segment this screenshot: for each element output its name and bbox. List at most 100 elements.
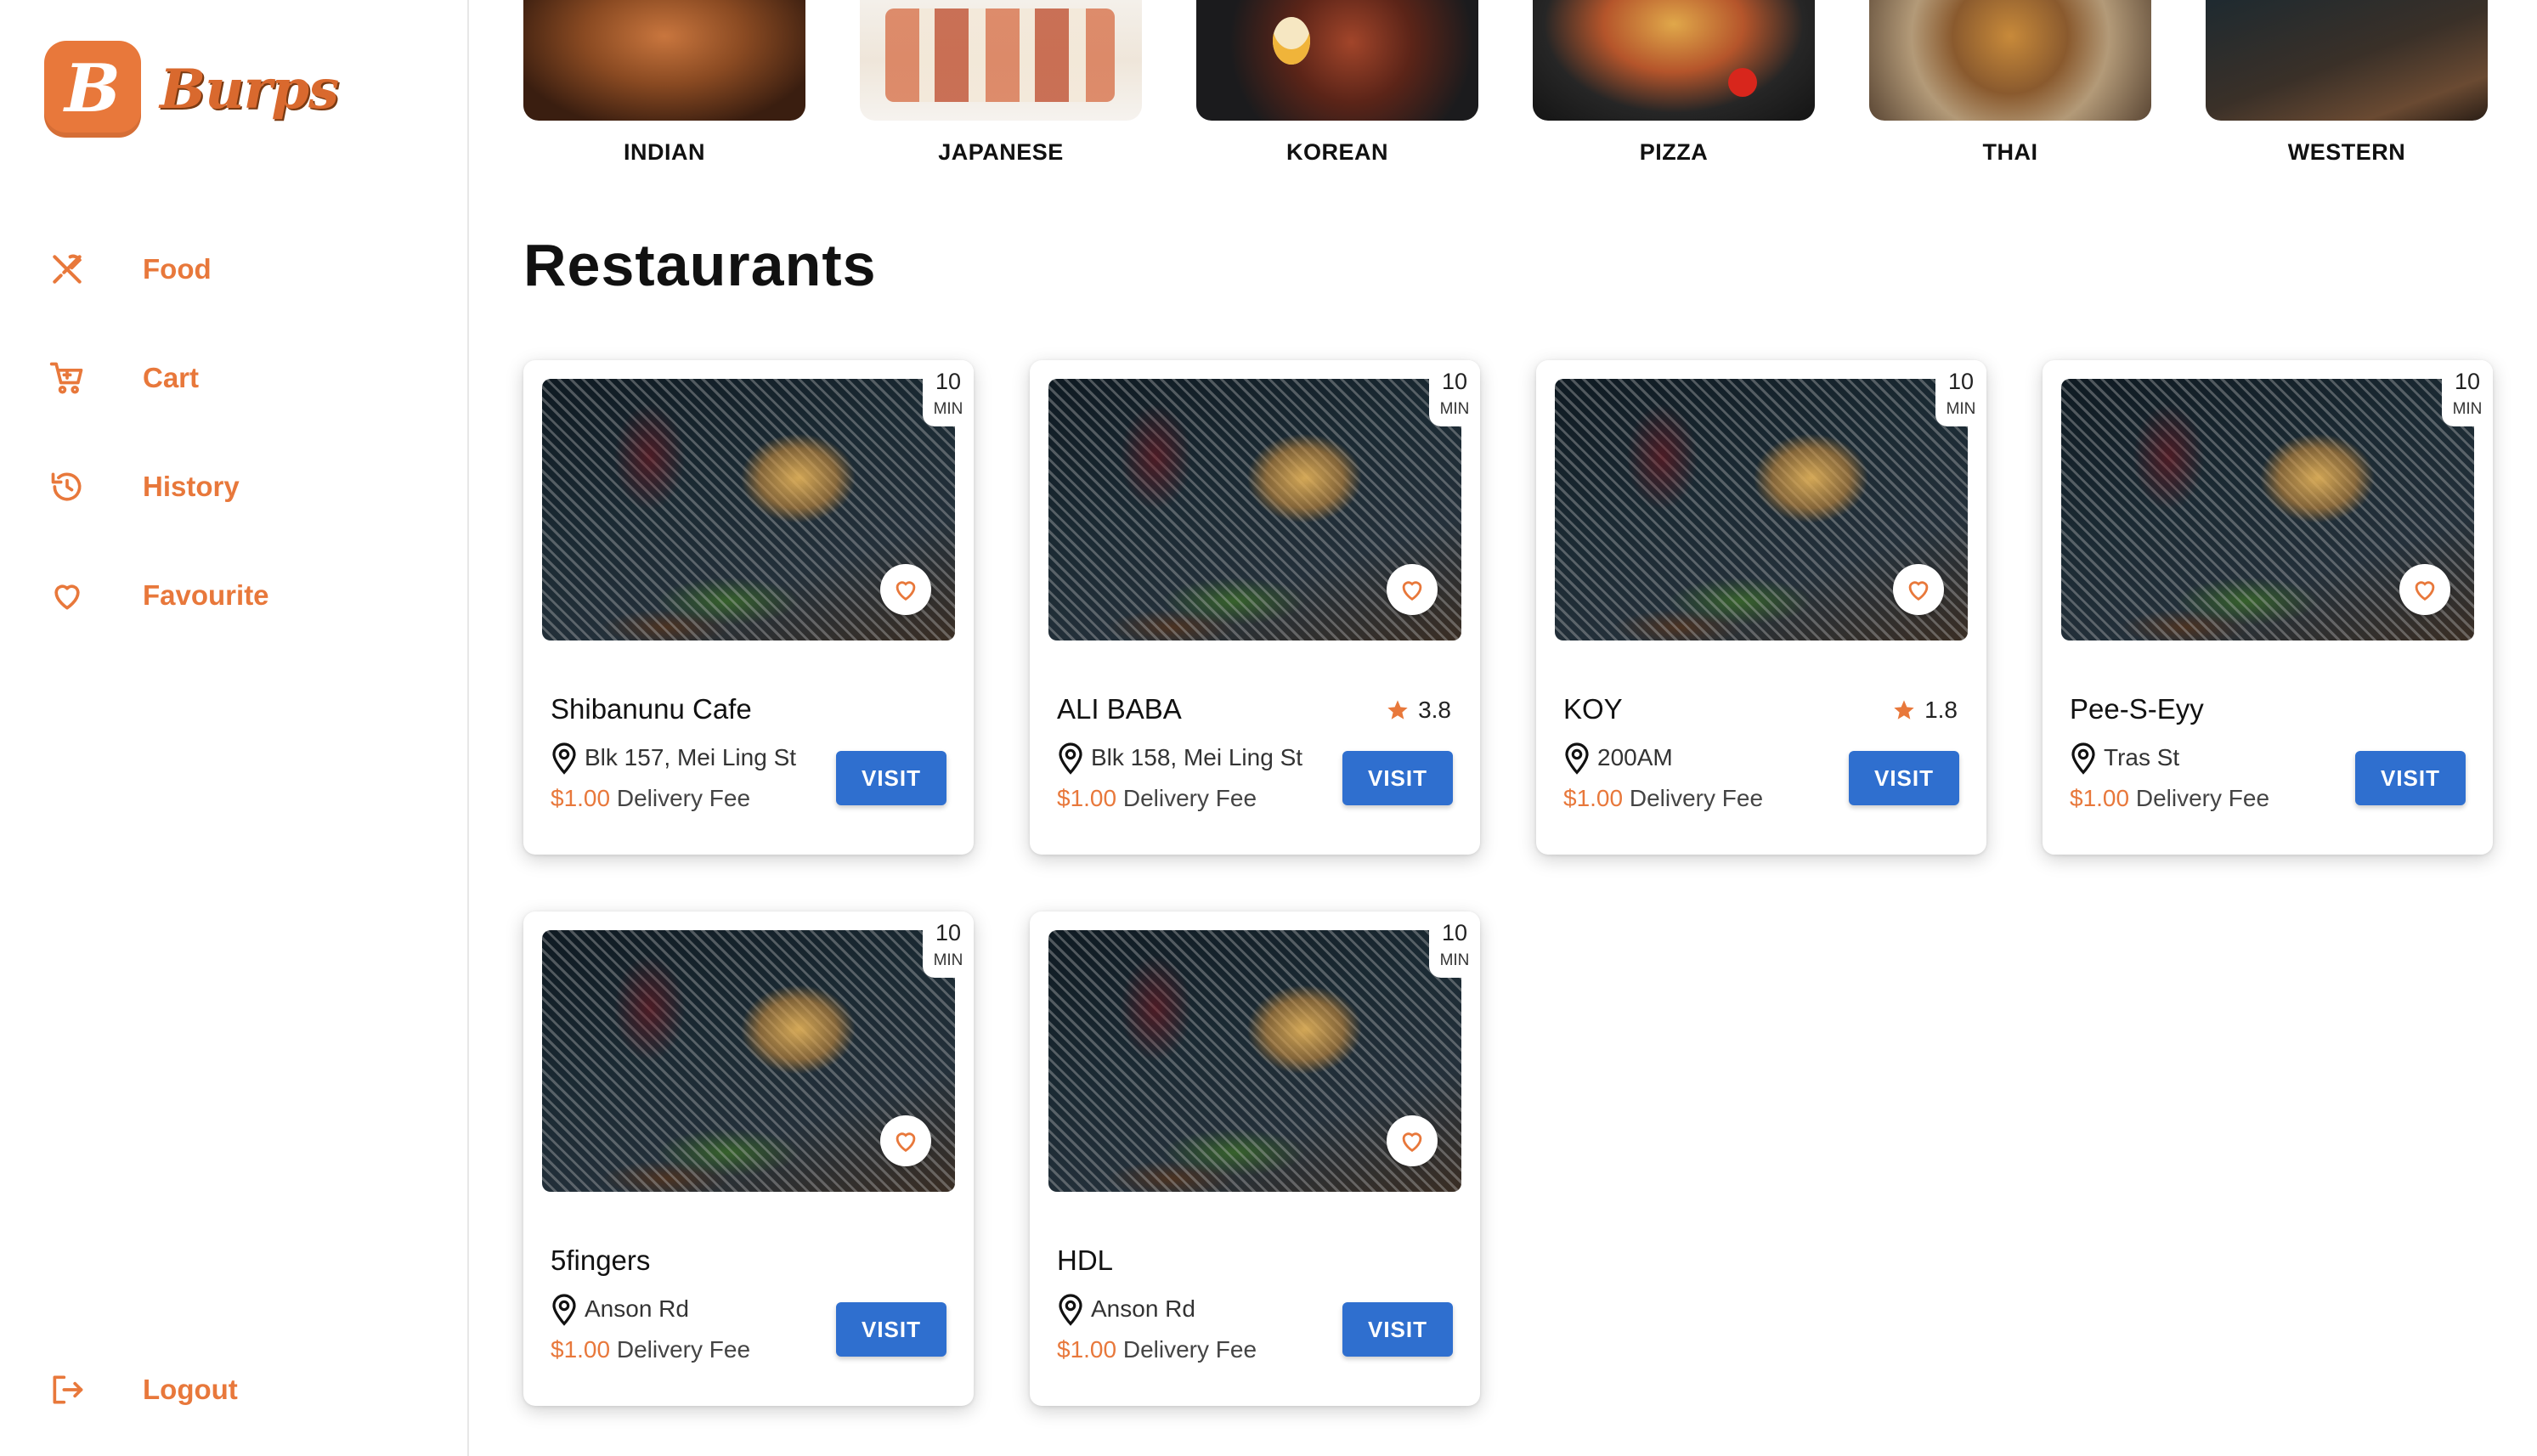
restaurant-name: Pee-S-Eyy	[2070, 693, 2204, 725]
logout-button[interactable]: Logout	[48, 1363, 238, 1417]
sidebar-item-label: History	[143, 471, 240, 502]
eta-value: 10	[2454, 369, 2481, 394]
visit-button[interactable]: VISIT	[836, 751, 946, 805]
restaurant-address: Blk 157, Mei Ling St	[551, 741, 796, 775]
sidebar: B Burps Food Cart History Favourite Logo…	[0, 0, 469, 1456]
app-logo[interactable]: B Burps	[44, 41, 339, 138]
delivery-fee: $1.00 Delivery Fee	[551, 1336, 750, 1363]
restaurant-card[interactable]: 10 MIN ALI BABA 3.8 Blk 158, Mei Ling St …	[1030, 360, 1480, 855]
category-western[interactable]: WESTERN	[2206, 0, 2488, 166]
eta-badge: 10 MIN	[1935, 360, 1986, 426]
logout-icon	[48, 1370, 87, 1409]
restaurant-name: Shibanunu Cafe	[551, 693, 752, 725]
logo-badge: B	[44, 41, 141, 138]
location-pin-icon	[2071, 742, 2095, 775]
category-label: THAI	[1982, 139, 2038, 165]
logout-label: Logout	[143, 1374, 238, 1405]
address-text: Blk 157, Mei Ling St	[585, 744, 797, 770]
favourite-button[interactable]	[880, 564, 931, 615]
restaurant-name: HDL	[1057, 1244, 1114, 1276]
heart-icon	[48, 576, 87, 615]
sidebar-item-favourite[interactable]: Favourite	[48, 568, 269, 623]
delivery-fee: $1.00 Delivery Fee	[1057, 1336, 1257, 1363]
sidebar-nav: Food Cart History Favourite	[48, 242, 269, 677]
address-text: Anson Rd	[585, 1295, 689, 1322]
fee-label: Delivery Fee	[2129, 785, 2270, 811]
favourite-button[interactable]	[1387, 1115, 1438, 1166]
restaurant-address: Tras St	[2070, 741, 2179, 775]
category-image	[1869, 0, 2151, 121]
section-title: Restaurants	[523, 232, 877, 298]
favourite-button[interactable]	[2399, 564, 2450, 615]
cart-icon	[48, 358, 87, 398]
category-indian[interactable]: INDIAN	[523, 0, 805, 166]
fee-price: $1.00	[551, 785, 611, 811]
fee-label: Delivery Fee	[610, 1336, 751, 1363]
category-korean[interactable]: KOREAN	[1196, 0, 1478, 166]
visit-button[interactable]: VISIT	[1849, 751, 1959, 805]
fee-label: Delivery Fee	[1116, 785, 1257, 811]
restaurant-name: ALI BABA	[1057, 693, 1182, 725]
visit-button[interactable]: VISIT	[2355, 751, 2466, 805]
location-pin-icon	[1565, 742, 1589, 775]
restaurant-address: Anson Rd	[1057, 1292, 1195, 1326]
category-label: KOREAN	[1285, 139, 1388, 165]
category-image	[1196, 0, 1478, 121]
fee-price: $1.00	[2070, 785, 2130, 811]
restaurant-name: KOY	[1563, 693, 1623, 725]
restaurant-card[interactable]: 10 MIN HDL Anson Rd $1.00 Delivery Fee VI…	[1030, 911, 1480, 1406]
history-icon	[48, 467, 87, 506]
location-pin-icon	[1059, 742, 1082, 775]
favourite-button[interactable]	[1387, 564, 1438, 615]
visit-button[interactable]: VISIT	[1342, 1302, 1453, 1357]
address-text: Tras St	[2104, 744, 2180, 770]
eta-unit: MIN	[2452, 400, 2483, 418]
eta-badge: 10 MIN	[923, 360, 974, 426]
category-label: WESTERN	[2287, 139, 2406, 165]
restaurant-name: 5fingers	[551, 1244, 651, 1276]
eta-unit: MIN	[1946, 400, 1976, 418]
restaurant-card[interactable]: 10 MIN KOY 1.8 200AM $1.00 Delivery Fee V…	[1536, 360, 1986, 855]
sidebar-item-food[interactable]: Food	[48, 242, 269, 296]
category-japanese[interactable]: JAPANESE	[860, 0, 1142, 166]
eta-unit: MIN	[1439, 400, 1470, 418]
heart-outline-icon	[896, 1132, 916, 1153]
category-image	[860, 0, 1142, 121]
category-strip: INDIAN JAPANESE KOREAN PIZZA THAI WESTER…	[523, 0, 2495, 170]
sidebar-item-history[interactable]: History	[48, 460, 269, 514]
favourite-button[interactable]	[1893, 564, 1944, 615]
eta-value: 10	[1441, 369, 1468, 394]
category-pizza[interactable]: PIZZA	[1533, 0, 1815, 166]
restaurant-address: 200AM	[1563, 741, 1673, 775]
fee-label: Delivery Fee	[1623, 785, 1764, 811]
heart-outline-icon	[2415, 581, 2435, 601]
category-label: INDIAN	[624, 139, 705, 165]
fork-knife-icon	[48, 250, 87, 289]
delivery-fee: $1.00 Delivery Fee	[2070, 785, 2269, 812]
category-label: PIZZA	[1639, 139, 1709, 165]
category-label: JAPANESE	[938, 139, 1064, 165]
restaurant-card[interactable]: 10 MIN 5fingers Anson Rd $1.00 Delivery F…	[523, 911, 974, 1406]
category-thai[interactable]: THAI	[1869, 0, 2151, 166]
fee-price: $1.00	[1057, 785, 1117, 811]
eta-unit: MIN	[933, 400, 963, 418]
eta-value: 10	[1441, 920, 1468, 945]
visit-button[interactable]: VISIT	[1342, 751, 1453, 805]
sidebar-item-cart[interactable]: Cart	[48, 351, 269, 405]
eta-value: 10	[935, 369, 962, 394]
restaurant-card[interactable]: 10 MIN Shibanunu Cafe Blk 157, Mei Ling S…	[523, 360, 974, 855]
logo-badge-letter: B	[65, 50, 121, 127]
rating-value: 3.8	[1418, 697, 1451, 723]
delivery-fee: $1.00 Delivery Fee	[551, 785, 750, 812]
delivery-fee: $1.00 Delivery Fee	[1563, 785, 1763, 812]
restaurant-address: Anson Rd	[551, 1292, 689, 1326]
favourite-button[interactable]	[880, 1115, 931, 1166]
location-pin-icon	[1059, 1294, 1082, 1326]
visit-button[interactable]: VISIT	[836, 1302, 946, 1357]
logo-wordmark: Burps	[160, 57, 339, 121]
restaurant-address: Blk 158, Mei Ling St	[1057, 741, 1302, 775]
restaurant-card[interactable]: 10 MIN Pee-S-Eyy Tras St $1.00 Delivery F…	[2043, 360, 2493, 855]
address-text: 200AM	[1597, 744, 1673, 770]
eta-value: 10	[1947, 369, 1975, 394]
eta-badge: 10 MIN	[1429, 911, 1480, 978]
